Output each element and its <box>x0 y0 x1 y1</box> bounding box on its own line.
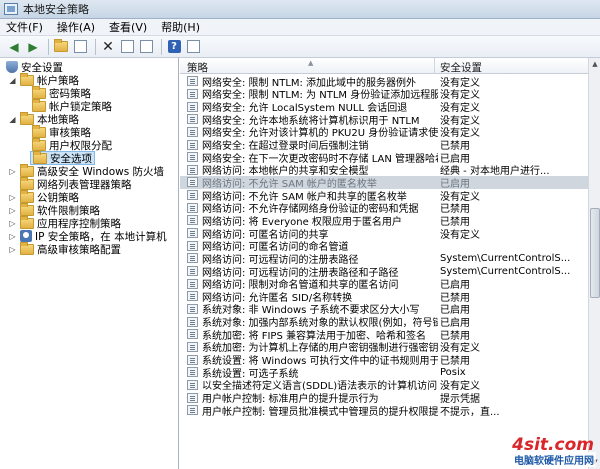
policy-setting-icon <box>187 101 198 112</box>
folder-icon <box>20 215 34 229</box>
policy-setting-icon <box>187 379 198 390</box>
folder-icon <box>33 150 47 164</box>
site-watermark: 4sit.com 电脑软硬件应用网 <box>480 435 598 467</box>
export-list-icon[interactable] <box>138 39 154 55</box>
policy-value: 已禁用 <box>440 356 470 368</box>
console-icon[interactable] <box>185 39 201 55</box>
toolbar-divider <box>48 38 49 55</box>
policy-setting-icon <box>187 367 198 378</box>
policy-setting-icon <box>187 88 198 99</box>
policy-setting-icon <box>187 126 198 137</box>
policy-setting-icon <box>187 76 198 87</box>
menu-action[interactable]: 操作(A) <box>57 19 95 35</box>
folder-icon <box>20 72 34 86</box>
policy-setting-icon <box>187 139 198 150</box>
ip-security-icon <box>20 230 32 242</box>
menu-help[interactable]: 帮助(H) <box>161 19 200 35</box>
folder-icon <box>20 189 34 203</box>
menu-bar: 文件(F) 操作(A) 查看(V) 帮助(H) <box>0 19 600 36</box>
sort-ascending-icon: ▲ <box>308 59 314 67</box>
scroll-thumb[interactable] <box>590 208 600 298</box>
column-divider[interactable] <box>434 58 435 74</box>
policy-setting-icon <box>187 341 198 352</box>
up-folder-icon[interactable] <box>53 39 69 55</box>
properties-icon[interactable] <box>119 39 135 55</box>
expand-triangle-icon[interactable]: ▷ <box>8 167 17 176</box>
policy-setting-icon <box>187 354 198 365</box>
folder-icon <box>32 124 46 138</box>
back-arrow-icon[interactable]: ◀ <box>6 39 22 55</box>
expand-triangle-icon[interactable]: ▷ <box>8 232 17 241</box>
expand-triangle-icon[interactable]: ▷ <box>8 206 17 215</box>
policy-setting-icon <box>187 177 198 188</box>
toolbar: ◀ ▶ ✕ ? <box>0 36 600 58</box>
tree-item-advanced-audit[interactable]: ▷ 高级审核策略配置 <box>8 241 121 256</box>
menu-view[interactable]: 查看(V) <box>109 19 147 35</box>
column-header-policy[interactable]: 策略 <box>187 60 208 75</box>
folder-icon <box>20 202 34 216</box>
watermark-text: 电脑软硬件应用网 <box>512 452 596 467</box>
policy-setting-icon <box>187 278 198 289</box>
folder-icon <box>32 98 46 112</box>
navigation-tree: 安全设置 ◢ 帐户策略 密码策略 帐户锁定策略 ◢ 本地策略 审核策略 用户权限… <box>0 58 179 469</box>
tree-item-label: 高级审核策略配置 <box>37 243 121 256</box>
expand-triangle-icon[interactable]: ▷ <box>8 245 17 254</box>
folder-icon <box>20 111 34 125</box>
policy-setting-icon <box>187 228 198 239</box>
policy-row[interactable]: 用户帐户控制: 管理员批准模式中管理员的提升权限提示的...不提示，直... <box>180 404 588 418</box>
collapse-triangle-icon[interactable]: ◢ <box>8 76 17 85</box>
policy-setting-icon <box>187 190 198 201</box>
policy-list: 策略 ▲ 安全设置 网络安全: 限制 NTLM: 添加此域中的服务器例外 没有定义… <box>180 58 600 469</box>
vertical-scrollbar[interactable]: ▲ ▼ <box>588 58 600 469</box>
security-policy-app-icon <box>4 3 18 15</box>
policy-setting-icon <box>187 405 198 416</box>
list-header: 策略 ▲ 安全设置 <box>180 58 588 74</box>
collapse-triangle-icon[interactable]: ◢ <box>8 115 17 124</box>
toolbar-divider <box>95 38 96 55</box>
policy-name: 用户帐户控制: 管理员批准模式中管理员的提升权限提示的... <box>202 406 438 418</box>
policy-setting-icon <box>187 114 198 125</box>
policy-setting-icon <box>187 164 198 175</box>
security-settings-icon <box>6 61 18 73</box>
policy-setting-icon <box>187 266 198 277</box>
policy-setting-icon <box>187 392 198 403</box>
policy-setting-icon <box>187 240 198 251</box>
folder-icon <box>32 85 46 99</box>
policy-setting-icon <box>187 303 198 314</box>
expand-triangle-icon[interactable]: ▷ <box>8 193 17 202</box>
policy-setting-icon <box>187 253 198 264</box>
delete-icon[interactable]: ✕ <box>100 39 116 55</box>
policy-setting-icon <box>187 152 198 163</box>
policy-setting-icon <box>187 316 198 327</box>
window-title: 本地安全策略 <box>23 3 89 16</box>
folder-icon <box>20 163 34 177</box>
policy-setting-icon <box>187 329 198 340</box>
policy-setting-icon <box>187 291 198 302</box>
scroll-up-arrow-icon[interactable]: ▲ <box>590 59 600 70</box>
policy-setting-icon <box>187 215 198 226</box>
policy-value: Posix <box>440 366 466 378</box>
expand-triangle-icon[interactable]: ▷ <box>8 219 17 228</box>
column-header-security-setting[interactable]: 安全设置 <box>440 60 482 75</box>
policy-value: System\CurrentControlS... <box>440 265 571 277</box>
policy-value: 没有定义 <box>440 229 480 241</box>
policy-value: 不提示，直... <box>440 406 500 418</box>
menu-file[interactable]: 文件(F) <box>6 19 43 35</box>
forward-arrow-icon[interactable]: ▶ <box>25 39 41 55</box>
toolbar-divider <box>161 38 162 55</box>
folder-icon <box>32 137 46 151</box>
help-icon[interactable]: ? <box>166 39 182 55</box>
folder-icon <box>20 241 34 255</box>
folder-icon <box>20 176 34 190</box>
policy-setting-icon <box>187 202 198 213</box>
show-hide-tree-icon[interactable] <box>72 39 88 55</box>
title-bar: 本地安全策略 <box>0 0 600 19</box>
policy-value: System\CurrentControlS... <box>440 252 571 264</box>
